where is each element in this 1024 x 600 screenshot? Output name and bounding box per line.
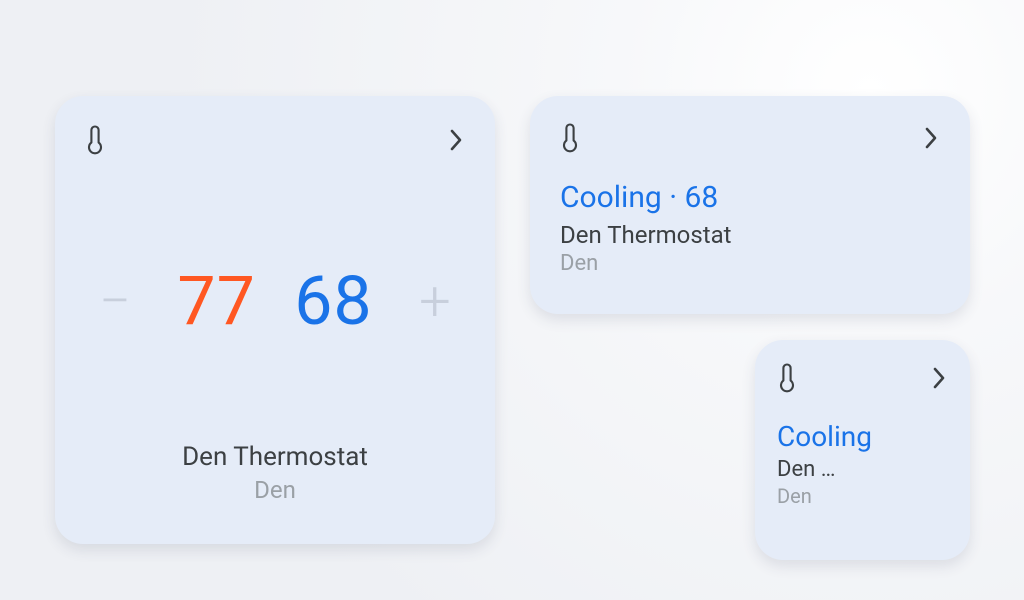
decrease-button[interactable]: − bbox=[91, 273, 139, 329]
status-line: Cooling bbox=[777, 420, 948, 453]
device-name: Den Thermostat bbox=[85, 442, 465, 472]
status-line: Cooling · 68 bbox=[560, 180, 940, 215]
chevron-right-icon[interactable] bbox=[447, 126, 465, 158]
device-name: Den … bbox=[777, 457, 948, 482]
thermometer-icon bbox=[560, 122, 580, 158]
thermometer-icon bbox=[777, 362, 797, 398]
chevron-right-icon[interactable] bbox=[930, 364, 948, 396]
thermostat-card-large[interactable]: − 77 68 + Den Thermostat Den bbox=[55, 96, 495, 544]
thermostat-card-medium[interactable]: Cooling · 68 Den Thermostat Den bbox=[530, 96, 970, 314]
cool-setpoint: 68 bbox=[294, 267, 372, 335]
thermostat-card-small[interactable]: Cooling Den … Den bbox=[755, 340, 970, 560]
device-name: Den Thermostat bbox=[560, 221, 940, 249]
heat-setpoint: 77 bbox=[177, 267, 255, 335]
chevron-right-icon[interactable] bbox=[922, 124, 940, 156]
room-name: Den bbox=[777, 484, 948, 508]
room-name: Den bbox=[560, 251, 940, 276]
room-name: Den bbox=[85, 476, 465, 504]
increase-button[interactable]: + bbox=[411, 273, 459, 329]
thermometer-icon bbox=[85, 124, 105, 160]
